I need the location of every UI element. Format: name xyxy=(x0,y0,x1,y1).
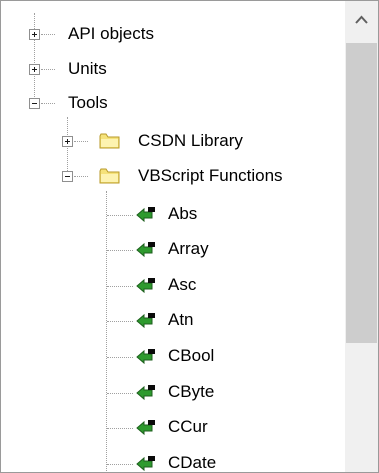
tree-connector xyxy=(107,464,133,465)
function-icon xyxy=(136,456,155,472)
folder-icon xyxy=(99,133,120,149)
function-icon xyxy=(136,313,155,329)
vertical-scrollbar[interactable] xyxy=(345,1,378,472)
tree-connector xyxy=(107,321,133,322)
tree-connector xyxy=(74,141,88,142)
expand-icon[interactable] xyxy=(29,64,40,75)
tree-item-label: API objects xyxy=(68,24,154,43)
tree-item-label: Asc xyxy=(168,275,197,294)
tree-connector xyxy=(41,34,55,35)
tree-connector xyxy=(107,286,133,287)
function-icon xyxy=(136,207,155,223)
tree-item-label: CByte xyxy=(168,382,215,401)
tree-connector xyxy=(107,250,133,251)
tree-item-function[interactable]: CByte xyxy=(1,376,345,410)
tree-item-tools[interactable]: Tools xyxy=(1,87,345,121)
tree-item-label: Array xyxy=(168,239,209,258)
tree-item-label: Units xyxy=(68,59,107,78)
tree-item-label: CDate xyxy=(168,453,217,472)
tree-connector xyxy=(41,103,55,104)
expand-icon[interactable] xyxy=(29,29,40,40)
tree-view-panel: API objects Units Tools CSDN Library VBS… xyxy=(0,0,379,473)
tree-item-function[interactable]: CBool xyxy=(1,340,345,374)
tree-item-api-objects[interactable]: API objects xyxy=(1,18,345,52)
folder-icon xyxy=(99,168,120,184)
tree-connector xyxy=(107,393,133,394)
function-icon xyxy=(136,242,155,258)
tree-item-label: Atn xyxy=(168,310,194,329)
tree-item-label: CSDN Library xyxy=(138,131,243,150)
tree-connector xyxy=(107,428,133,429)
chevron-up-icon xyxy=(355,15,368,24)
tree-item-label: VBScript Functions xyxy=(138,166,283,185)
function-icon xyxy=(136,278,155,294)
tree-item-vbscript-functions[interactable]: VBScript Functions xyxy=(1,160,345,194)
tree-view[interactable]: API objects Units Tools CSDN Library VBS… xyxy=(1,1,345,472)
tree-item-csdn-library[interactable]: CSDN Library xyxy=(1,125,345,159)
function-icon xyxy=(136,349,155,365)
tree-item-label: CCur xyxy=(168,417,208,436)
collapse-icon[interactable] xyxy=(29,98,40,109)
tree-item-function[interactable]: Atn xyxy=(1,304,345,338)
collapse-icon[interactable] xyxy=(62,171,73,182)
tree-item-label: Tools xyxy=(68,93,108,112)
scroll-up-button[interactable] xyxy=(345,1,378,43)
scroll-thumb[interactable] xyxy=(346,43,377,343)
tree-connector xyxy=(107,215,133,216)
function-icon xyxy=(136,385,155,401)
tree-item-label: Abs xyxy=(168,204,198,223)
function-icon xyxy=(136,420,155,436)
tree-item-function[interactable]: Abs xyxy=(1,198,345,232)
tree-item-function[interactable]: Array xyxy=(1,233,345,267)
tree-connector xyxy=(74,176,88,177)
tree-item-function[interactable]: CDate xyxy=(1,447,345,472)
expand-icon[interactable] xyxy=(62,136,73,147)
tree-connector xyxy=(41,69,55,70)
tree-item-function[interactable]: Asc xyxy=(1,269,345,303)
tree-connector xyxy=(107,357,133,358)
tree-item-function[interactable]: CCur xyxy=(1,411,345,445)
tree-item-label: CBool xyxy=(168,346,215,365)
tree-item-units[interactable]: Units xyxy=(1,53,345,87)
